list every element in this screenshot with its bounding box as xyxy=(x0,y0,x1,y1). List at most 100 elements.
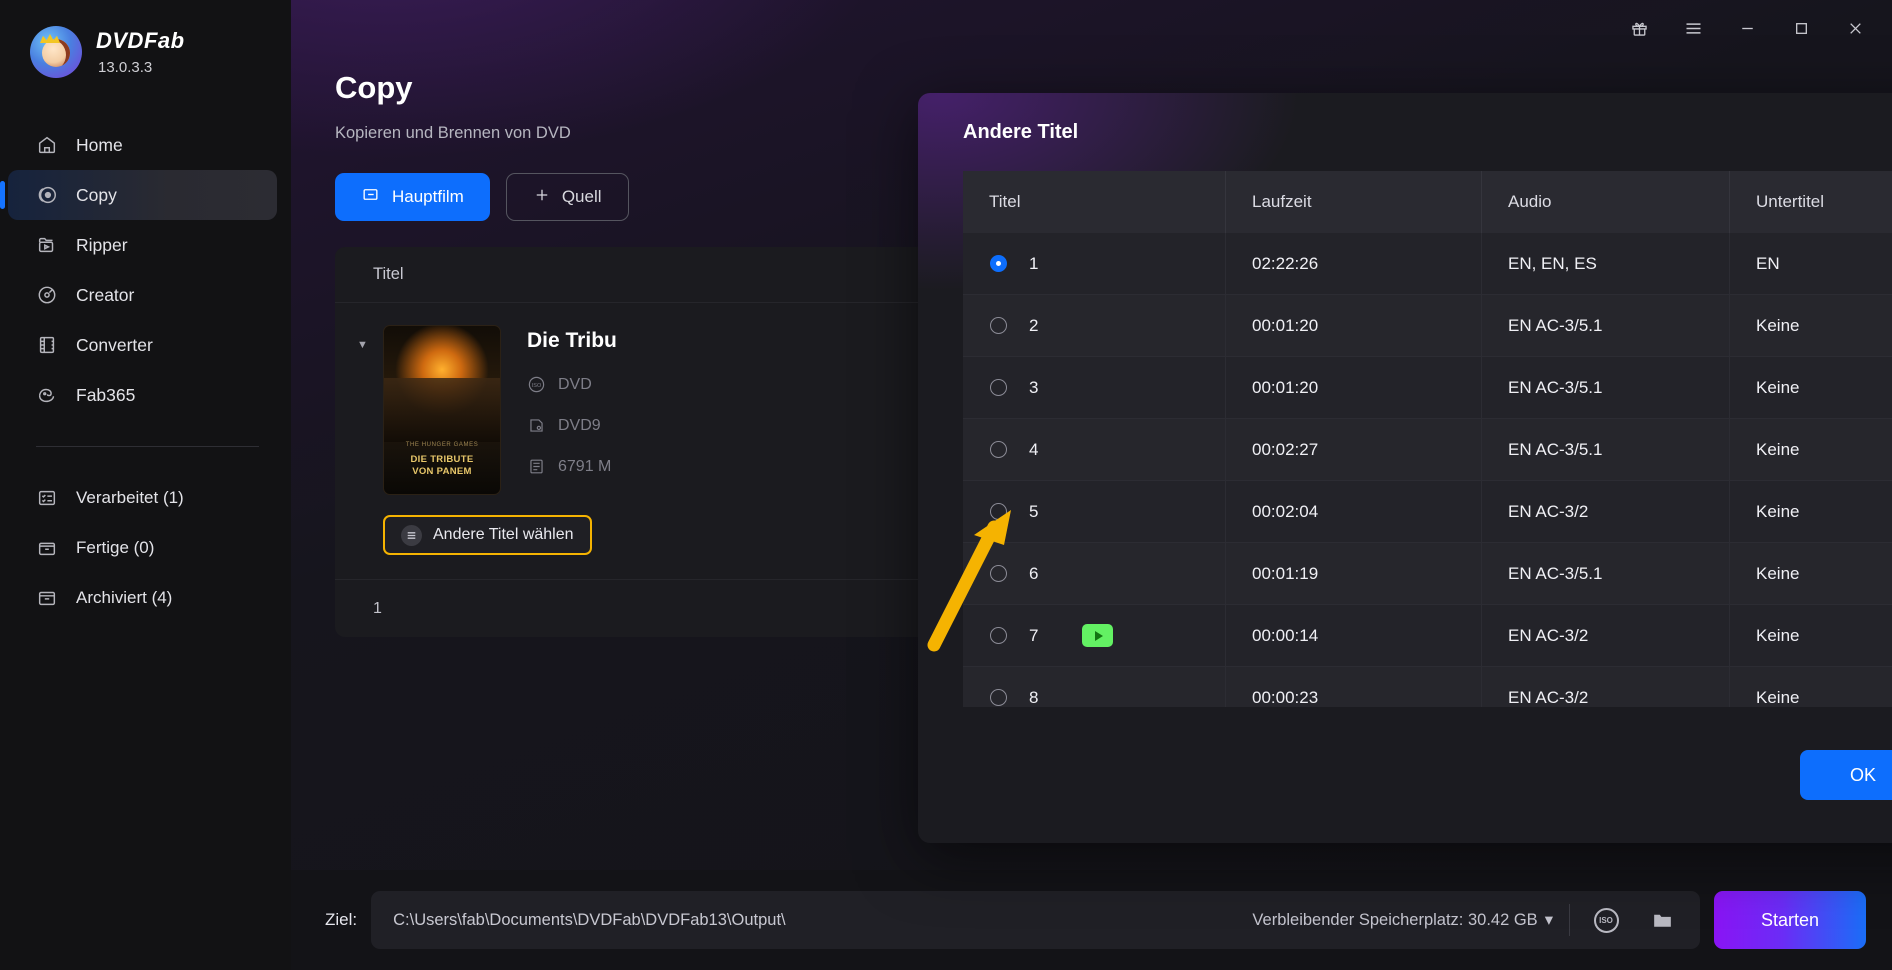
sidebar-item-converter[interactable]: Converter xyxy=(8,320,277,370)
table-body: 1 02:22:26 EN, EN, ES EN 2 00:01:20 EN AC-3/5.… xyxy=(963,233,1892,707)
cell-titel: 5 xyxy=(963,481,1225,543)
sidebar-item-fab365[interactable]: Fab365 xyxy=(8,370,277,420)
sidebar-nav: Home Copy Ripper Creator Converter Fab36… xyxy=(0,120,291,623)
cell-laufzeit: 00:00:14 xyxy=(1225,604,1481,667)
sidebar-item-fertige[interactable]: Fertige (0) xyxy=(8,523,277,573)
destination-field[interactable]: C:\Users\fab\Documents\DVDFab\DVDFab13\O… xyxy=(371,891,1700,949)
title-radio[interactable] xyxy=(990,317,1007,334)
sidebar-item-label: Ripper xyxy=(76,234,128,255)
cell-audio: EN AC-3/2 xyxy=(1481,666,1729,707)
table-row[interactable]: 5 00:02:04 EN AC-3/2 Keine xyxy=(963,480,1892,543)
ripper-icon xyxy=(36,234,58,256)
fab365-icon xyxy=(36,384,58,406)
title-number: 4 xyxy=(1029,439,1039,459)
expand-caret-icon[interactable]: ▼ xyxy=(357,339,375,495)
cell-audio: EN AC-3/2 xyxy=(1481,480,1729,543)
title-radio[interactable] xyxy=(990,441,1007,458)
table-row[interactable]: 1 02:22:26 EN, EN, ES EN xyxy=(963,233,1892,295)
divider xyxy=(1569,904,1570,936)
sidebar-item-label: Creator xyxy=(76,284,135,305)
table-row[interactable]: 6 00:01:19 EN AC-3/5.1 Keine xyxy=(963,542,1892,605)
cell-laufzeit: 00:01:20 xyxy=(1225,356,1481,419)
cell-audio: EN AC-3/5.1 xyxy=(1481,542,1729,605)
cell-titel: 3 xyxy=(963,357,1225,419)
cell-titel: 2 xyxy=(963,295,1225,357)
cell-untertitel: EN xyxy=(1729,233,1892,295)
ok-button[interactable]: OK xyxy=(1800,750,1892,800)
title-radio[interactable] xyxy=(990,503,1007,520)
dvdfab-logo-icon xyxy=(30,26,82,78)
hamburger-menu-icon[interactable] xyxy=(1666,8,1720,48)
sidebar-item-label: Fertige (0) xyxy=(76,538,155,557)
destination-path[interactable]: C:\Users\fab\Documents\DVDFab\DVDFab13\O… xyxy=(393,911,1236,930)
table-row[interactable]: 4 00:02:27 EN AC-3/5.1 Keine xyxy=(963,418,1892,481)
column-header-untertitel: Untertitel xyxy=(1729,171,1892,233)
sidebar-item-verarbeitet[interactable]: Verarbeitet (1) xyxy=(8,473,277,523)
cell-audio: EN AC-3/5.1 xyxy=(1481,356,1729,419)
title-radio[interactable] xyxy=(990,689,1007,706)
iso-icon[interactable]: ISO xyxy=(1586,900,1626,940)
svg-text:ISO: ISO xyxy=(532,383,542,389)
cell-audio: EN AC-3/5.1 xyxy=(1481,418,1729,481)
sidebar-divider xyxy=(36,446,259,447)
sidebar-item-ripper[interactable]: Ripper xyxy=(8,220,277,270)
movie-poster: THE HUNGER GAMES DIE TRIBUTE VON PANEM xyxy=(383,325,501,495)
title-number: 3 xyxy=(1029,377,1039,397)
app-window: DVDFab 13.0.3.3 Home Copy Ripper Creator… xyxy=(0,0,1892,970)
close-icon[interactable] xyxy=(1828,8,1882,48)
meta-row-dvd9: DVD9 xyxy=(527,416,617,435)
dialog-footer: OK xyxy=(918,707,1892,843)
title-number: 2 xyxy=(1029,315,1039,335)
title-number: 6 xyxy=(1029,563,1039,583)
sidebar-item-label: Verarbeitet (1) xyxy=(76,488,184,507)
sidebar-item-label: Copy xyxy=(76,184,117,205)
movie-title: Die Tribu xyxy=(527,329,617,352)
quelle-button[interactable]: Quell xyxy=(505,173,629,221)
chevron-down-icon: ▾ xyxy=(1544,911,1553,929)
column-header-laufzeit: Laufzeit xyxy=(1225,171,1481,233)
sidebar-item-label: Archiviert (4) xyxy=(76,588,173,607)
gift-icon[interactable] xyxy=(1612,8,1666,48)
remaining-space-dropdown[interactable]: Verbleibender Speicherplatz: 30.42 GB ▾ xyxy=(1252,910,1553,930)
meta-row-size: 6791 M xyxy=(527,457,617,476)
archive-icon xyxy=(36,587,58,609)
table-row[interactable]: 7 00:00:14 EN AC-3/2 Keine xyxy=(963,604,1892,667)
brand-name: DVDFab xyxy=(96,28,185,53)
ziel-label: Ziel: xyxy=(325,910,358,929)
andere-titel-waehlen-button[interactable]: Andere Titel wählen xyxy=(383,515,592,555)
cell-laufzeit: 00:01:20 xyxy=(1225,294,1481,357)
minimize-icon[interactable] xyxy=(1720,8,1774,48)
hauptfilm-label: Hauptfilm xyxy=(392,187,464,206)
disc-layer-icon xyxy=(527,416,546,435)
sidebar-item-home[interactable]: Home xyxy=(8,120,277,170)
cell-titel: 4 xyxy=(963,419,1225,481)
title-radio[interactable] xyxy=(990,565,1007,582)
maximize-icon[interactable] xyxy=(1774,8,1828,48)
sidebar-item-label: Converter xyxy=(76,334,153,355)
cell-laufzeit: 02:22:26 xyxy=(1225,233,1481,295)
cell-untertitel: Keine xyxy=(1729,604,1892,667)
play-icon[interactable] xyxy=(1082,624,1114,647)
meta-label: 6791 M xyxy=(558,457,612,475)
folder-icon[interactable] xyxy=(1642,900,1682,940)
title-radio[interactable] xyxy=(990,379,1007,396)
title-radio[interactable] xyxy=(990,255,1007,272)
cell-titel: 7 xyxy=(963,605,1225,667)
title-radio[interactable] xyxy=(990,627,1007,644)
cell-titel: 8 xyxy=(963,667,1225,708)
meta-row-dvd: ISO DVD xyxy=(527,375,617,394)
sidebar-item-copy[interactable]: Copy xyxy=(0,170,277,220)
cell-untertitel: Keine xyxy=(1729,418,1892,481)
sidebar-item-creator[interactable]: Creator xyxy=(8,270,277,320)
table-row[interactable]: 3 00:01:20 EN AC-3/5.1 Keine xyxy=(963,356,1892,419)
cell-untertitel: Keine xyxy=(1729,356,1892,419)
table-row[interactable]: 2 00:01:20 EN AC-3/5.1 Keine xyxy=(963,294,1892,357)
cell-untertitel: Keine xyxy=(1729,294,1892,357)
creator-disc-icon xyxy=(36,284,58,306)
sidebar-item-archiviert[interactable]: Archiviert (4) xyxy=(8,573,277,623)
cell-laufzeit: 00:00:23 xyxy=(1225,666,1481,707)
hauptfilm-button[interactable]: Hauptfilm xyxy=(335,173,490,221)
start-button[interactable]: Starten xyxy=(1714,891,1866,949)
table-row[interactable]: 8 00:00:23 EN AC-3/2 Keine xyxy=(963,666,1892,708)
disc-copy-icon xyxy=(36,184,58,206)
